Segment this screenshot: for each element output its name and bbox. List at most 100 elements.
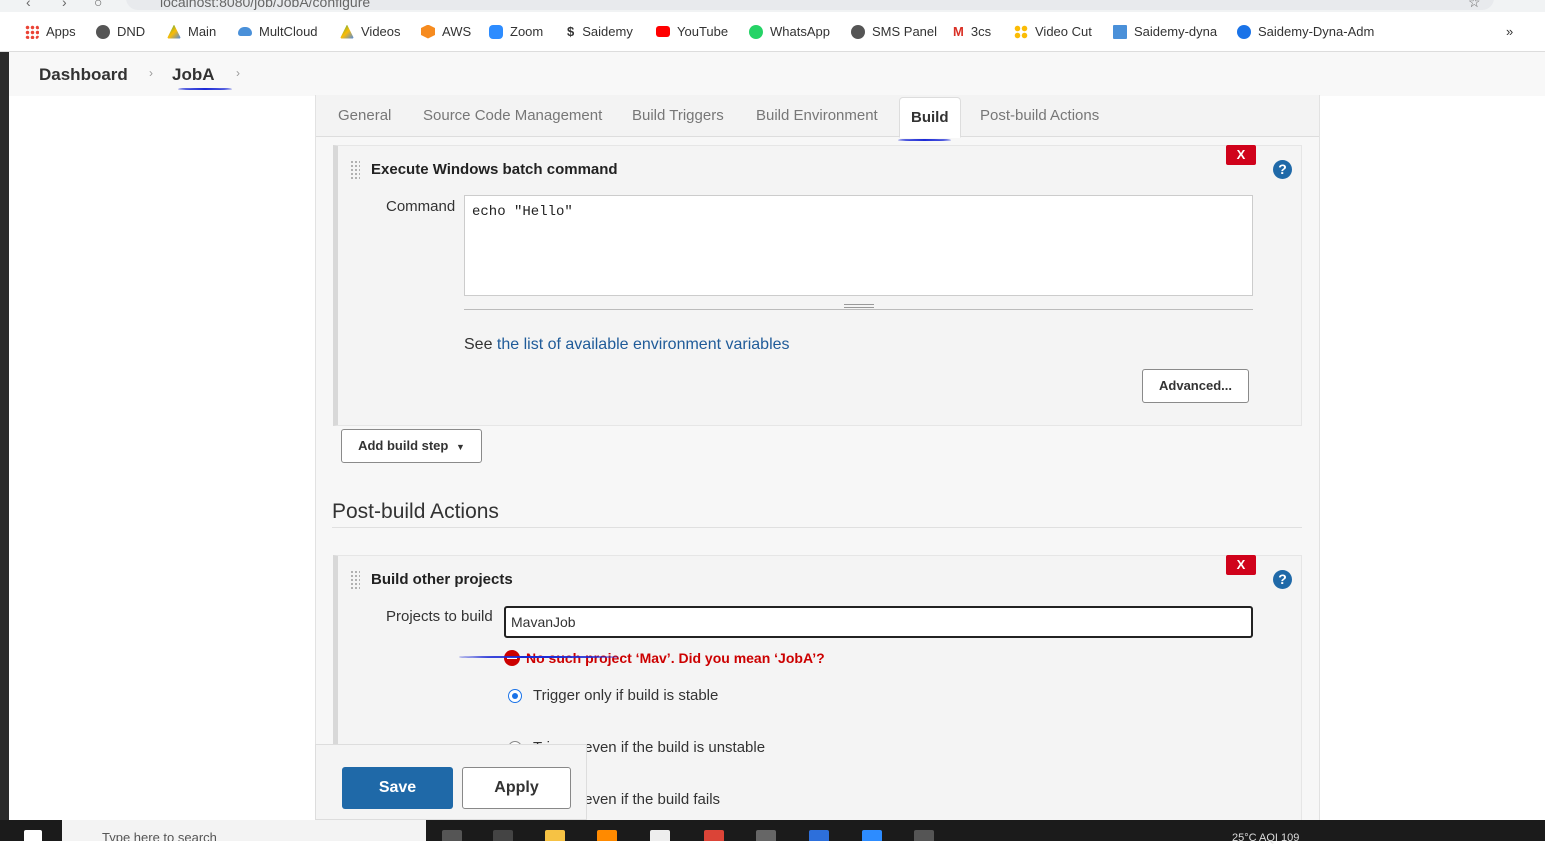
bookmark-label: 3cs xyxy=(970,24,992,39)
divider xyxy=(332,527,1302,528)
tab-build-triggers[interactable]: Build Triggers xyxy=(632,107,724,124)
browser-toolbar: ‹ › ○ localhost:8080/job/JobA/configure … xyxy=(0,0,1545,12)
bookmark-label: DND xyxy=(117,24,146,39)
bookmark-video-cut[interactable]: Video Cut xyxy=(1014,24,1092,39)
forward-icon[interactable]: › xyxy=(62,0,67,10)
firefox-icon[interactable] xyxy=(597,830,617,841)
window-edge xyxy=(0,52,9,820)
post-build-step-title: Build other projects xyxy=(371,571,513,588)
drag-handle-icon[interactable] xyxy=(350,160,360,180)
delete-post-build-step-button[interactable]: X xyxy=(1226,555,1256,575)
bookmark-saidemy-dyna[interactable]: Saidemy-dyna xyxy=(1113,24,1217,39)
bookmark-apps[interactable]: Apps xyxy=(25,24,76,39)
bookmark-label: AWS xyxy=(442,24,472,39)
bookmark-label: Videos xyxy=(361,24,401,39)
file-explorer-icon[interactable] xyxy=(545,830,565,841)
delete-build-step-button[interactable]: X xyxy=(1226,145,1256,165)
google-drive-icon xyxy=(167,24,181,39)
bookmark-label: Saidemy-Dyna-Adm xyxy=(1258,24,1375,39)
bookmark-label: Apps xyxy=(46,24,76,39)
bookmark-zoom[interactable]: Zoom xyxy=(489,24,543,39)
save-button[interactable]: Save xyxy=(342,767,453,809)
bookmark-label: Saidemy-dyna xyxy=(1134,24,1218,39)
bookmark-multcloud[interactable]: MultCloud xyxy=(238,24,318,39)
breadcrumb-joba[interactable]: JobA xyxy=(172,65,215,85)
bookmark-star-icon[interactable]: ☆ xyxy=(1468,0,1481,11)
bookmark-saidemy[interactable]: $ Saidemy xyxy=(567,24,633,39)
back-icon[interactable]: ‹ xyxy=(26,0,31,10)
bookmark-dnd[interactable]: DND xyxy=(96,24,145,39)
tab-post-build-actions[interactable]: Post-build Actions xyxy=(980,107,1099,124)
bookmark-3cs[interactable]: M 3cs xyxy=(953,24,991,39)
breadcrumb-dashboard[interactable]: Dashboard xyxy=(39,65,128,85)
globe-icon xyxy=(96,24,110,39)
drag-handle-icon[interactable] xyxy=(350,570,360,590)
chrome-icon[interactable] xyxy=(704,830,724,841)
radio-button-selected[interactable] xyxy=(508,688,522,703)
bookmark-youtube[interactable]: YouTube xyxy=(656,24,728,39)
bookmark-saidemy-dyna-adm[interactable]: Saidemy-Dyna-Adm xyxy=(1237,24,1374,39)
bookmarks-overflow-button[interactable]: » xyxy=(1506,24,1513,39)
tab-build-environment[interactable]: Build Environment xyxy=(756,107,878,124)
add-build-step-button[interactable]: Add build step ▼ xyxy=(341,429,482,463)
chart-icon xyxy=(1113,24,1127,39)
reload-icon[interactable]: ○ xyxy=(94,0,102,10)
bookmark-label: Video Cut xyxy=(1035,24,1092,39)
google-drive-icon xyxy=(340,24,354,39)
bookmark-label: Saidemy xyxy=(582,24,633,39)
tab-build[interactable]: Build xyxy=(899,97,961,138)
textarea-resize-bar[interactable] xyxy=(464,300,1253,310)
env-variables-text: See the list of available environment va… xyxy=(464,336,790,354)
task-view-icon[interactable] xyxy=(493,830,513,841)
error-icon xyxy=(504,650,520,666)
address-bar-url[interactable]: localhost:8080/job/JobA/configure xyxy=(160,0,370,10)
trigger-option-stable[interactable]: Trigger only if build is stable xyxy=(508,687,718,704)
app-icon[interactable] xyxy=(650,830,670,841)
trigger-option-label: Trigger only if build is stable xyxy=(533,687,719,704)
help-icon[interactable]: ? xyxy=(1273,160,1292,179)
advanced-button[interactable]: Advanced... xyxy=(1142,369,1249,403)
env-variables-prefix: See xyxy=(464,336,493,353)
outlook-icon[interactable] xyxy=(809,830,829,841)
validation-error: No such project ‘Mav’. Did you mean ‘Job… xyxy=(504,650,825,666)
add-build-step-label: Add build step xyxy=(358,438,449,453)
bookmark-label: SMS Panel xyxy=(872,24,938,39)
whatsapp-icon xyxy=(749,24,763,39)
zoom-icon[interactable] xyxy=(862,830,882,841)
command-label: Command xyxy=(386,198,456,215)
search-icon[interactable] xyxy=(442,830,462,841)
bookmark-label: Main xyxy=(188,24,217,39)
post-build-actions-heading: Post-build Actions xyxy=(332,500,499,523)
terminal-icon[interactable] xyxy=(756,830,776,841)
cloud-icon xyxy=(238,27,252,36)
breadcrumb-separator[interactable]: › xyxy=(149,66,153,80)
projects-to-build-label: Projects to build xyxy=(386,608,493,625)
aws-cube-icon xyxy=(421,24,435,39)
system-tray-weather[interactable]: 25°C AQI 109 xyxy=(1232,832,1299,844)
help-icon[interactable]: ? xyxy=(1273,570,1292,589)
apply-button[interactable]: Apply xyxy=(462,767,571,809)
projects-to-build-input[interactable] xyxy=(504,606,1253,638)
bookmark-main[interactable]: Main xyxy=(167,24,216,39)
env-variables-link[interactable]: the list of available environment variab… xyxy=(497,336,790,353)
windows-start-icon[interactable] xyxy=(24,830,42,841)
tab-general[interactable]: General xyxy=(338,107,391,124)
breadcrumb: Dashboard › JobA › xyxy=(9,52,1545,96)
resize-grip-icon[interactable] xyxy=(844,304,874,308)
dots-icon xyxy=(1014,24,1028,39)
bookmark-videos[interactable]: Videos xyxy=(340,24,401,39)
tab-source-code-management[interactable]: Source Code Management xyxy=(423,107,602,124)
bookmark-label: Zoom xyxy=(510,24,544,39)
bookmarks-bar: Apps DND Main MultCloud Videos AWS Zoom … xyxy=(0,12,1545,52)
bookmark-aws[interactable]: AWS xyxy=(421,24,471,39)
bookmark-label: MultCloud xyxy=(259,24,318,39)
taskbar: Type here to search 25°C AQI 109 xyxy=(0,820,1545,844)
command-textarea[interactable] xyxy=(464,195,1253,296)
config-tabs: General Source Code Management Build Tri… xyxy=(316,95,1319,138)
cmd-icon[interactable] xyxy=(914,830,934,841)
bookmark-whatsapp[interactable]: WhatsApp xyxy=(749,24,830,39)
annotation-underline xyxy=(898,139,951,141)
bookmark-sms-panel[interactable]: SMS Panel xyxy=(851,24,937,39)
breadcrumb-separator[interactable]: › xyxy=(236,66,240,80)
taskbar-search-input[interactable]: Type here to search xyxy=(62,820,426,841)
